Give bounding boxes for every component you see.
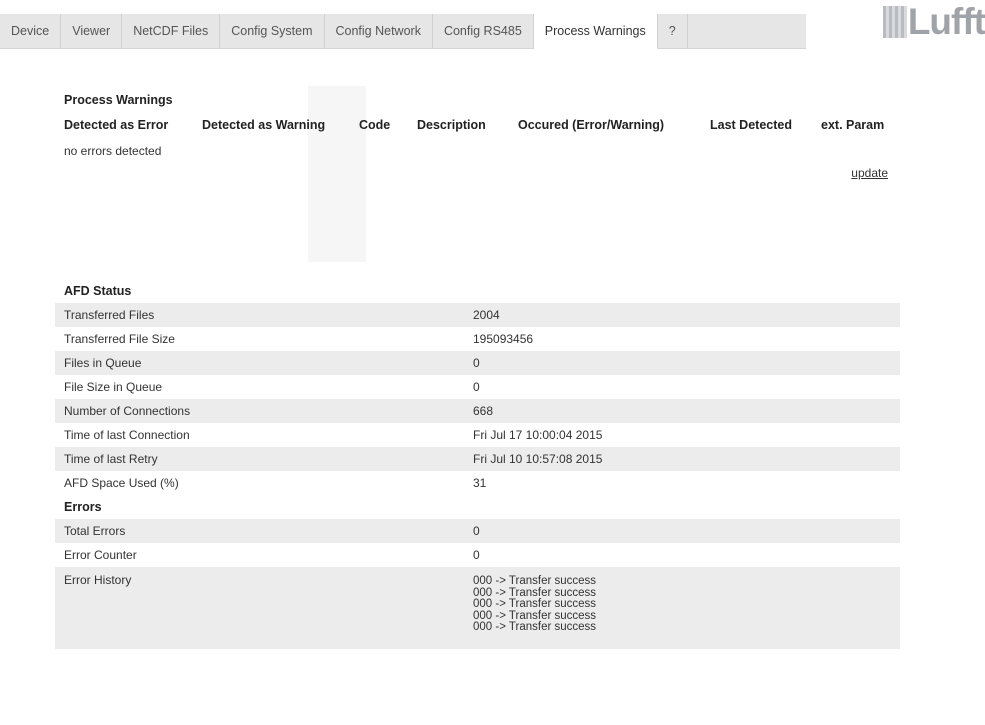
row-value: 0	[473, 524, 480, 538]
update-link[interactable]: update	[851, 166, 888, 180]
column-last-detected: Last Detected	[710, 118, 792, 132]
lufft-logo: Lufft	[882, 0, 985, 44]
column-detected-as-warning: Detected as Warning	[202, 118, 326, 132]
process-warnings-title: Process Warnings	[64, 93, 173, 107]
row-value: 0	[473, 548, 480, 562]
row-value: 31	[473, 476, 487, 490]
process-warnings-section: Process Warnings Detected as Error Detec…	[55, 88, 900, 186]
logo-text: Lufft	[907, 1, 985, 42]
row-label: Error Counter	[64, 548, 137, 562]
table-row: Files in Queue 0	[55, 351, 900, 375]
update-row: update	[55, 164, 900, 186]
row-value: 195093456	[473, 332, 534, 346]
tab-list: Device Viewer NetCDF Files Config System…	[0, 14, 806, 49]
row-value: 668	[473, 404, 494, 418]
table-row: Time of last Retry Fri Jul 10 10:57:08 2…	[55, 447, 900, 471]
row-value: Fri Jul 17 10:00:04 2015	[473, 428, 603, 442]
tab-config-network[interactable]: Config Network	[325, 14, 433, 48]
tab-viewer[interactable]: Viewer	[61, 14, 123, 48]
row-value: 0	[473, 380, 480, 394]
table-row: Number of Connections 668	[55, 399, 900, 423]
column-description: Description	[417, 118, 486, 132]
afd-status-title: AFD Status	[64, 284, 132, 298]
row-label: AFD Space Used (%)	[64, 476, 179, 490]
tab-bar: Device Viewer NetCDF Files Config System…	[0, 1, 985, 49]
tab-process-warnings[interactable]: Process Warnings	[533, 14, 658, 49]
tab-device[interactable]: Device	[0, 14, 62, 48]
table-row: Transferred Files 2004	[55, 303, 900, 327]
row-label: Total Errors	[64, 524, 126, 538]
page: Device Viewer NetCDF Files Config System…	[0, 0, 985, 725]
row-label: Transferred Files	[64, 308, 155, 322]
error-history-list: 000 -> Transfer success 000 -> Transfer …	[473, 567, 900, 634]
tab-config-system[interactable]: Config System	[220, 14, 325, 48]
row-label: Time of last Connection	[64, 428, 190, 442]
warnings-table-header: Detected as Error Detected as Warning Co…	[55, 112, 900, 138]
history-entry: 000 -> Transfer success	[473, 575, 597, 587]
tab-bar-filler	[687, 14, 806, 48]
tab-netcdf-files[interactable]: NetCDF Files	[122, 14, 221, 48]
table-row: Total Errors 0	[55, 519, 900, 543]
row-value: 0	[473, 356, 480, 370]
error-history-label: Error History	[64, 573, 132, 587]
tab-help[interactable]: ?	[658, 14, 688, 48]
logo-mark-icon	[882, 6, 907, 38]
history-entry: 000 -> Transfer success	[473, 621, 597, 633]
table-row: AFD Space Used (%) 31	[55, 471, 900, 495]
table-row: Transferred File Size 195093456	[55, 327, 900, 351]
row-label: File Size in Queue	[64, 380, 163, 394]
tab-config-rs485[interactable]: Config RS485	[433, 14, 534, 48]
table-row: Error Counter 0	[55, 543, 900, 567]
column-code: Code	[359, 118, 391, 132]
row-label: Files in Queue	[64, 356, 142, 370]
afd-status-section: AFD Status Transferred Files 2004 Transf…	[55, 279, 900, 649]
warnings-status: no errors detected	[64, 144, 162, 158]
column-ext-param: ext. Param	[821, 118, 885, 132]
row-label: Number of Connections	[64, 404, 191, 418]
row-label: Time of last Retry	[64, 452, 158, 466]
history-entry: 000 -> Transfer success	[473, 598, 597, 610]
column-occured: Occured (Error/Warning)	[518, 118, 665, 132]
table-row: File Size in Queue 0	[55, 375, 900, 399]
row-value: 2004	[473, 308, 500, 322]
errors-title: Errors	[64, 500, 102, 514]
error-history-row: Error History 000 -> Transfer success 00…	[55, 567, 900, 649]
column-detected-as-error: Detected as Error	[64, 118, 169, 132]
row-label: Transferred File Size	[64, 332, 175, 346]
row-value: Fri Jul 10 10:57:08 2015	[473, 452, 603, 466]
table-row: Time of last Connection Fri Jul 17 10:00…	[55, 423, 900, 447]
